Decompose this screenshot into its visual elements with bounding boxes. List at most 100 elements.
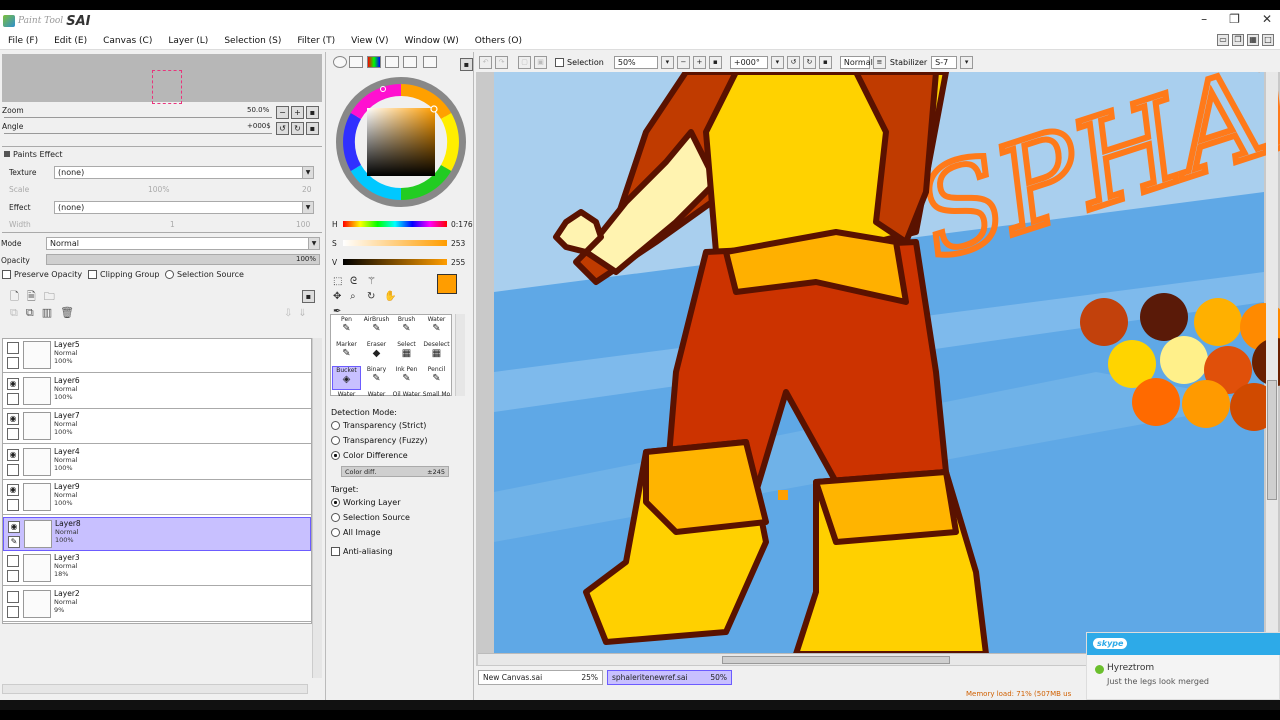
anti-aliasing-checkbox[interactable]: Anti-aliasing <box>331 547 393 556</box>
visibility-toggle-icon[interactable]: ◉ <box>7 448 19 461</box>
mdi-minimize-icon[interactable]: ▭ <box>1217 34 1229 46</box>
angle-field[interactable]: +000° <box>729 55 768 69</box>
layer-lock-toggle[interactable] <box>7 605 19 618</box>
angle-slider[interactable] <box>4 133 272 134</box>
stabilizer-dropdown-icon[interactable]: ▾ <box>960 55 974 69</box>
tool-eraser[interactable]: Eraser ◆ <box>362 341 391 365</box>
tool-select[interactable]: Select ▦ <box>392 341 421 365</box>
rotate-reset-button[interactable]: ▪ <box>306 122 319 135</box>
detection-fuzzy-radio[interactable]: Transparency (Fuzzy) <box>331 436 428 445</box>
clipping-group-checkbox[interactable]: Clipping Group <box>88 270 159 279</box>
scratchpad-tab-icon[interactable] <box>403 56 417 68</box>
tool-pencil[interactable]: Pencil ✎ <box>422 366 451 390</box>
layer-row[interactable]: ◉ Layer9 Normal 100% <box>3 481 311 515</box>
visibility-toggle-icon[interactable]: ◉ <box>7 377 19 390</box>
selection-source-radio[interactable]: Selection Source <box>165 270 244 279</box>
mdi-tile-icon[interactable]: ▦ <box>1247 34 1259 46</box>
document-tab[interactable]: New Canvas.sai 25% <box>478 670 603 685</box>
menu-others[interactable]: Others (O) <box>467 36 530 46</box>
invert-selection-button[interactable]: ▣ <box>534 55 547 69</box>
visibility-toggle-icon[interactable] <box>7 555 19 567</box>
hand-icon[interactable]: ✋ <box>384 291 401 302</box>
tool-deselect[interactable]: Deselect ▦ <box>422 341 451 365</box>
tool-brush[interactable]: Brush ✎ <box>392 316 421 340</box>
saturation-slider[interactable] <box>343 240 447 246</box>
hsv-sliders-tab-icon[interactable] <box>367 56 381 68</box>
restore-icon[interactable]: ❐ <box>1229 12 1240 26</box>
canvas-artwork[interactable]: SPHALER <box>476 72 1280 666</box>
view-mode-field[interactable]: Normal <box>839 55 873 69</box>
close-icon[interactable]: ✕ <box>1262 12 1272 26</box>
detection-color-diff-radio[interactable]: Color Difference <box>331 451 408 460</box>
tool-water[interactable]: Water ✎ <box>422 316 451 340</box>
zoom-tool-icon[interactable]: ⌕ <box>350 291 367 302</box>
minimize-icon[interactable]: – <box>1201 12 1207 26</box>
clear-layer-icon[interactable]: ▥ <box>42 306 52 320</box>
new-linework-layer-icon[interactable]: 🗎 <box>27 288 36 307</box>
undo-button[interactable]: ↶ <box>479 55 492 69</box>
tool-bucket[interactable]: Bucket ◈ <box>332 366 361 390</box>
layer-panel-menu-button[interactable]: ▪ <box>302 290 315 303</box>
color-panel-menu-button[interactable]: ▪ <box>460 58 473 71</box>
zoom-slider[interactable] <box>4 117 272 118</box>
angle-row[interactable]: Angle +000$ <box>2 120 322 132</box>
tool-marker[interactable]: Marker ✎ <box>332 341 361 365</box>
rotate-right-icon[interactable]: ↻ <box>802 55 816 69</box>
primary-color-swatch[interactable] <box>437 274 457 294</box>
magic-wand-icon[interactable]: ⚚ <box>367 276 384 287</box>
merge-layer-icon[interactable]: ⧉ <box>26 306 34 320</box>
blend-mode-select[interactable]: Normal ▼ <box>46 237 320 250</box>
zoom-in-icon[interactable]: + <box>692 55 706 69</box>
canvas-hscroll-thumb[interactable] <box>722 656 950 664</box>
canvas-vscroll-thumb[interactable] <box>1267 380 1277 500</box>
hue-slider[interactable] <box>343 221 447 227</box>
skype-notification[interactable]: skype Hyreztrom Just the legs look merge… <box>1086 632 1280 700</box>
document-tab[interactable]: sphaleritenewref.sai 50% <box>607 670 732 685</box>
target-selection-source-radio[interactable]: Selection Source <box>331 513 410 522</box>
tool-grid-scrollbar[interactable] <box>455 314 465 396</box>
stabilizer-field[interactable]: S-7 <box>931 55 958 69</box>
redo-button[interactable]: ↷ <box>495 55 508 69</box>
visibility-toggle-icon[interactable]: ◉ <box>8 520 20 533</box>
rotate-left-icon[interactable]: ↺ <box>786 55 800 69</box>
menu-selection[interactable]: Selection (S) <box>216 36 289 46</box>
layer-lock-toggle[interactable] <box>7 463 19 476</box>
layer-row[interactable]: ◉ Layer6 Normal 100% <box>3 374 311 409</box>
rotate-tool-icon[interactable]: ↻ <box>367 291 384 302</box>
visibility-toggle-icon[interactable]: ◉ <box>7 413 19 425</box>
menu-canvas[interactable]: Canvas (C) <box>95 36 160 46</box>
swatches-tab-icon[interactable] <box>385 56 399 68</box>
menu-view[interactable]: View (V) <box>343 36 396 46</box>
deselect-button[interactable]: ▢ <box>518 55 531 69</box>
layer-row[interactable]: ◉ Layer7 Normal 100% <box>3 410 311 444</box>
rotate-ccw-button[interactable]: ↺ <box>276 122 289 135</box>
color-wheel[interactable] <box>331 72 471 212</box>
rgb-sliders-tab-icon[interactable] <box>349 56 363 68</box>
zoom-fit-icon[interactable]: ▪ <box>708 55 722 69</box>
zoom-in-button[interactable]: + <box>291 106 304 119</box>
layer-list-scrollbar[interactable] <box>312 338 322 678</box>
layer-row[interactable]: ◉ ✎ Layer8 Normal 100% <box>3 516 311 551</box>
navigator-view-frame[interactable] <box>152 70 182 104</box>
navigator-preview[interactable] <box>2 54 322 104</box>
selection-checkbox[interactable] <box>555 57 564 67</box>
delete-layer-icon[interactable]: 🗑 <box>60 306 74 320</box>
tool-pen[interactable]: Pen ✎ <box>332 316 361 340</box>
layer-list-hscrollbar[interactable] <box>2 684 308 694</box>
canvas-area[interactable]: SPHALER <box>476 72 1280 666</box>
rotate-reset-icon[interactable]: ▪ <box>818 55 832 69</box>
detection-strict-radio[interactable]: Transparency (Strict) <box>331 421 426 430</box>
color-wheel-tab-icon[interactable] <box>333 56 347 68</box>
layer-lock-toggle[interactable] <box>7 357 19 369</box>
layer-lock-toggle[interactable] <box>7 428 19 440</box>
visibility-toggle-icon[interactable] <box>7 590 19 603</box>
zoom-out-button[interactable]: − <box>276 106 289 119</box>
layer-lock-toggle[interactable] <box>7 570 19 582</box>
layer-lock-toggle[interactable] <box>7 499 19 511</box>
layer-row[interactable]: ◉ Layer4 Normal 100% <box>3 445 311 480</box>
value-slider[interactable] <box>343 259 447 265</box>
preserve-opacity-checkbox[interactable]: Preserve Opacity <box>2 270 82 279</box>
merge-down-icon[interactable]: ⇓ <box>298 308 306 319</box>
layer-row[interactable]: Layer3 Normal 18% <box>3 552 311 586</box>
new-folder-icon[interactable]: 🗀 <box>44 288 55 307</box>
